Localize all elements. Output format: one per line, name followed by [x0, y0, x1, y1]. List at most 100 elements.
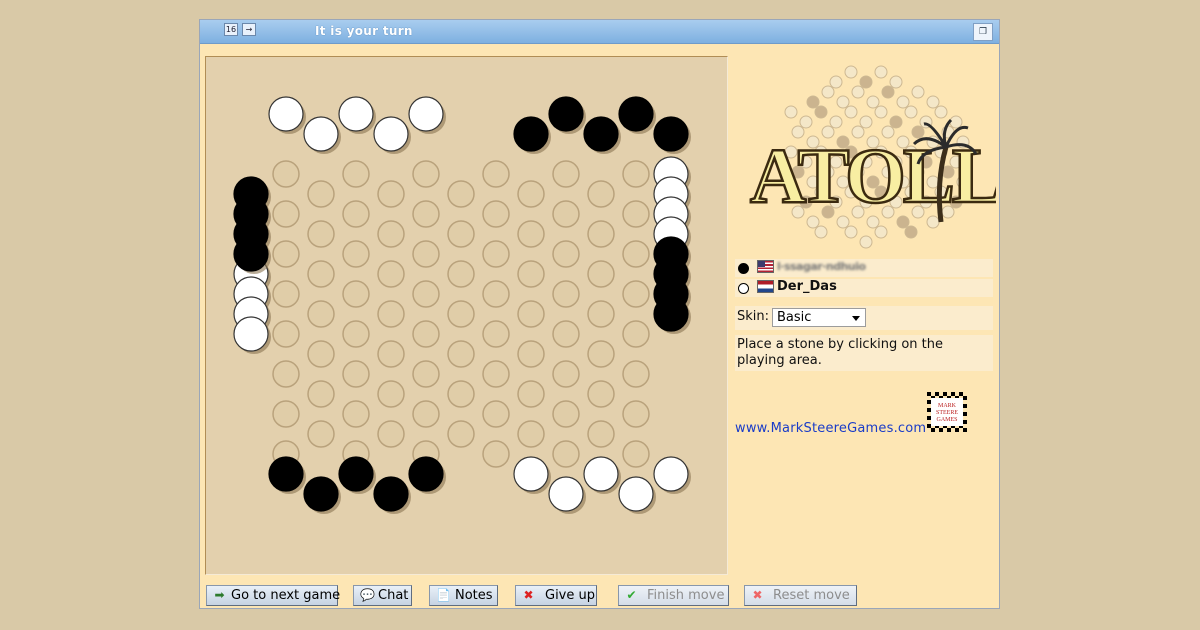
board-cell[interactable] [587, 180, 615, 208]
board-cell[interactable] [482, 320, 510, 348]
player-name-black[interactable]: l·ssagar·ndhuio [777, 260, 866, 273]
board-cell[interactable] [587, 380, 615, 408]
site-link[interactable]: www.MarkSteereGames.com [735, 421, 926, 436]
board-cell[interactable] [587, 420, 615, 448]
board-cell[interactable] [552, 280, 580, 308]
board-cell[interactable] [377, 380, 405, 408]
board-cell[interactable] [622, 280, 650, 308]
board-cell[interactable] [342, 400, 370, 428]
board-cell[interactable] [272, 160, 300, 188]
board-cell[interactable] [622, 360, 650, 388]
board-cell[interactable] [307, 340, 335, 368]
chat-button[interactable]: 💬 Chat [353, 585, 412, 606]
finish-move-button[interactable]: ✔ Finish move [618, 585, 729, 606]
board-cell[interactable] [272, 280, 300, 308]
board-cell[interactable] [307, 260, 335, 288]
board-cell[interactable] [412, 360, 440, 388]
next-arrow-icon[interactable]: → [242, 23, 256, 36]
board-cell[interactable] [482, 360, 510, 388]
board-cell[interactable] [622, 400, 650, 428]
board-cell[interactable] [482, 200, 510, 228]
board-cell[interactable] [447, 220, 475, 248]
board-cell[interactable] [587, 260, 615, 288]
board-cell[interactable] [377, 220, 405, 248]
board-cell[interactable] [377, 420, 405, 448]
board-cell[interactable] [412, 280, 440, 308]
board-panel[interactable] [205, 56, 728, 575]
board-cell[interactable] [517, 220, 545, 248]
board-cell[interactable] [377, 180, 405, 208]
board-cell[interactable] [587, 220, 615, 248]
player-name-white[interactable]: Der_Das [777, 279, 837, 294]
board-cell[interactable] [342, 240, 370, 268]
board-cell[interactable] [552, 400, 580, 428]
move-number-icon[interactable]: 16 [224, 23, 238, 36]
board-cell[interactable] [307, 380, 335, 408]
board-cell[interactable] [517, 300, 545, 328]
board-cell[interactable] [342, 320, 370, 348]
board-cell[interactable] [412, 200, 440, 228]
board-cell[interactable] [552, 440, 580, 468]
notes-button[interactable]: 📄 Notes [429, 585, 498, 606]
next-game-button[interactable]: ➡ Go to next game [206, 585, 340, 606]
board-cell[interactable] [377, 340, 405, 368]
give-up-button[interactable]: ✖ Give up [515, 585, 597, 606]
board-cell[interactable] [517, 180, 545, 208]
board-cell[interactable] [622, 320, 650, 348]
white-stone [583, 456, 621, 494]
window-restore-icon[interactable]: ❐ [973, 23, 993, 41]
board-cell[interactable] [272, 400, 300, 428]
board-cell[interactable] [447, 340, 475, 368]
board-cell[interactable] [482, 240, 510, 268]
board-cell[interactable] [342, 160, 370, 188]
board-cell[interactable] [447, 260, 475, 288]
board-cell[interactable] [412, 320, 440, 348]
board-cell[interactable] [272, 360, 300, 388]
mark-steere-games-logo[interactable]: MARK STEERE GAMES [927, 392, 967, 432]
board-cell[interactable] [622, 240, 650, 268]
white-stone-icon [738, 283, 749, 294]
board-cell[interactable] [307, 220, 335, 248]
reset-move-button[interactable]: ✖ Reset move [744, 585, 857, 606]
board-cell[interactable] [517, 340, 545, 368]
board-cell[interactable] [482, 440, 510, 468]
board-cell[interactable] [517, 260, 545, 288]
board-cell[interactable] [447, 380, 475, 408]
board-cell[interactable] [377, 260, 405, 288]
board-cell[interactable] [412, 160, 440, 188]
board-cell[interactable] [552, 360, 580, 388]
board-cell[interactable] [622, 160, 650, 188]
board-cell[interactable] [342, 360, 370, 388]
board-cell[interactable] [552, 160, 580, 188]
chat-label: Chat [378, 588, 409, 603]
board-cell[interactable] [342, 200, 370, 228]
game-board[interactable] [206, 57, 727, 574]
board-cell[interactable] [272, 320, 300, 348]
board-cell[interactable] [517, 380, 545, 408]
board-cell[interactable] [447, 180, 475, 208]
board-cell[interactable] [482, 280, 510, 308]
board-cell[interactable] [552, 240, 580, 268]
board-cell[interactable] [377, 300, 405, 328]
board-cell[interactable] [622, 440, 650, 468]
skin-select[interactable]: Basic [772, 308, 866, 327]
board-cell[interactable] [552, 320, 580, 348]
board-cell[interactable] [587, 340, 615, 368]
board-cell[interactable] [272, 240, 300, 268]
board-cell[interactable] [587, 300, 615, 328]
board-cell[interactable] [517, 420, 545, 448]
board-cell[interactable] [447, 420, 475, 448]
board-cell[interactable] [482, 160, 510, 188]
game-window: 16 → It is your turn ❐ ATOLL l·ssagar·nd… [199, 19, 1000, 609]
board-cell[interactable] [307, 180, 335, 208]
board-cell[interactable] [307, 420, 335, 448]
board-cell[interactable] [482, 400, 510, 428]
board-cell[interactable] [307, 300, 335, 328]
board-cell[interactable] [447, 300, 475, 328]
board-cell[interactable] [272, 200, 300, 228]
board-cell[interactable] [412, 400, 440, 428]
board-cell[interactable] [342, 280, 370, 308]
board-cell[interactable] [552, 200, 580, 228]
board-cell[interactable] [622, 200, 650, 228]
board-cell[interactable] [412, 240, 440, 268]
